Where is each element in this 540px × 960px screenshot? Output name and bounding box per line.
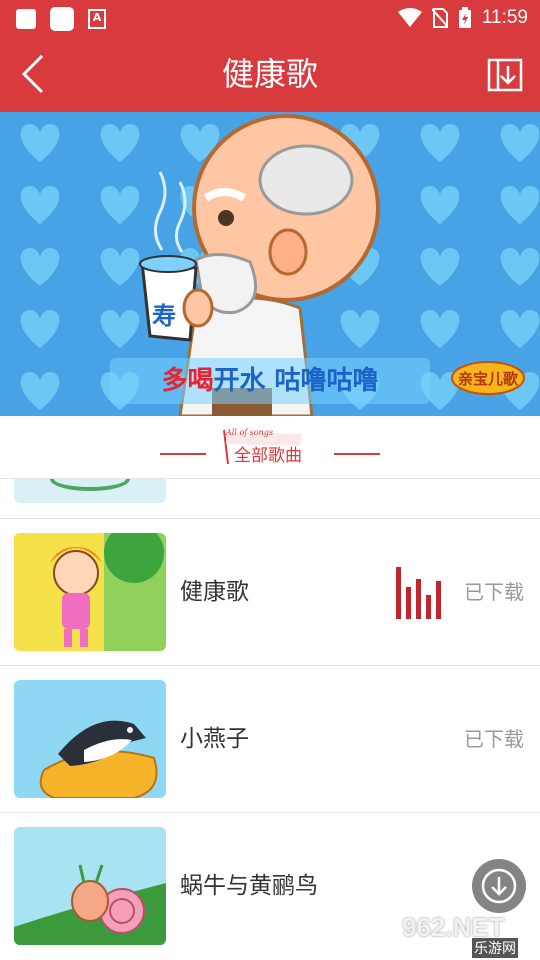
song-thumbnail xyxy=(14,533,166,651)
no-sim-icon xyxy=(431,8,448,28)
clock: 11:59 xyxy=(481,7,528,28)
lyrics-caption: 多喝开水 咕噜咕噜 xyxy=(110,358,430,404)
status-bar: A 11:59 xyxy=(0,0,540,36)
download-status: 已下载 xyxy=(464,727,524,751)
app-notification-icon: A xyxy=(88,9,106,29)
page-title: 健康歌 xyxy=(221,55,318,93)
floating-download-button[interactable] xyxy=(472,859,526,913)
battery-icon xyxy=(458,7,471,28)
song-thumbnail xyxy=(14,827,166,945)
snail-illustration xyxy=(14,827,166,945)
wifi-icon xyxy=(397,8,422,27)
channel-logo: 亲宝儿歌 xyxy=(458,370,519,388)
download-status: 已下载 xyxy=(464,580,524,604)
cup-label: 寿 xyxy=(152,302,176,330)
song-title: 小燕子 xyxy=(180,726,249,752)
header-line-right xyxy=(334,453,380,455)
notification-icon xyxy=(16,9,36,29)
now-playing-icon xyxy=(396,567,441,619)
section-subtitle: All of songs xyxy=(226,428,274,437)
song-row[interactable]: 健康歌 已下载 xyxy=(0,519,540,665)
title-bar: 健康歌 xyxy=(0,36,540,112)
song-list-header: All of songs 全部歌曲 xyxy=(0,416,540,478)
section-title: 全部歌曲 xyxy=(234,446,302,466)
girl-illustration xyxy=(14,533,166,651)
lyrics-blue: 开水 咕噜咕噜 xyxy=(213,366,379,396)
site-watermark: 962.NET 乐游网 xyxy=(402,912,536,958)
lyrics-red: 多喝 xyxy=(161,366,214,396)
song-row[interactable]: 小燕子 已下载 xyxy=(0,666,540,812)
download-manager-button[interactable] xyxy=(486,54,526,94)
song-thumb-partial[interactable] xyxy=(14,479,166,503)
arrow-down-icon xyxy=(481,868,517,904)
song-title: 健康歌 xyxy=(180,579,249,605)
song-title: 蜗牛与黄鹂鸟 xyxy=(180,873,318,899)
song-thumbnail xyxy=(14,680,166,798)
header-line-left xyxy=(160,453,206,455)
watermark-sub: 乐游网 xyxy=(472,938,518,958)
swallow-illustration xyxy=(14,680,166,798)
notification-icon xyxy=(50,7,74,31)
download-box-icon xyxy=(487,58,523,92)
